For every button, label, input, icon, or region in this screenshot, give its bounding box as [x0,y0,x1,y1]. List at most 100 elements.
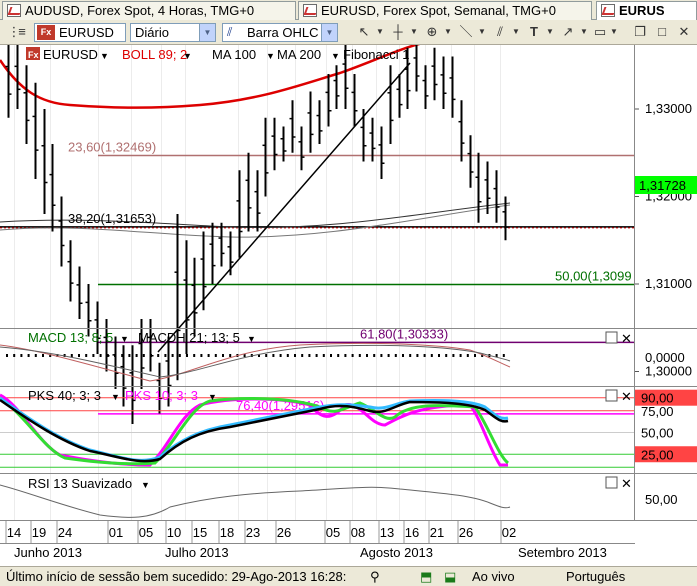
macdh-dropdown-icon[interactable]: ▼ [247,334,256,344]
time-tick-label: 16 [405,525,419,540]
pks-close-icon[interactable]: ✕ [621,389,632,404]
macd-histogram-bar [150,354,152,357]
channel-dropdown-icon[interactable]: ▼ [506,23,526,42]
chevron-down-icon: ▼ [321,24,337,41]
time-tick-label: 21 [430,525,444,540]
macd-histogram-bar [193,354,196,357]
rsi-close-icon[interactable]: ✕ [621,476,632,491]
tab-label: AUDUSD, Forex Spot, 4 Horas, TMG+0 [25,3,255,18]
legend-fibonacci: Fibonacci 1 [343,47,409,62]
pks40-dropdown-icon[interactable]: ▼ [111,392,120,402]
macdh-label: MACDH 21; 13; 5 [138,330,240,345]
fibonacci-label: 50,00(1,3099 [555,268,632,283]
macd-histogram-bar [207,354,210,357]
time-tick-label: 05 [139,525,153,540]
macd-histogram-bar [214,354,217,357]
macd-histogram-bar [351,354,354,357]
crosshair-dropdown-icon[interactable]: ▼ [404,23,424,42]
macd-histogram-bar [466,354,469,357]
macd-histogram-bar [279,354,282,357]
macd-histogram-bar [171,354,174,357]
rsi-tick: 50,00 [645,492,678,507]
chart-toolbar: ⋮ ≡ Fx EURUSD Diário ▼ ⫽ Barra OHLC ▼ ↖ … [0,20,697,45]
macd-histogram-bar [128,354,131,357]
macd-histogram-bar [459,354,462,357]
macd-histogram-bar [13,354,16,357]
macd-histogram-bar [222,354,224,357]
toolbar-menu-icon[interactable]: ≡ [12,23,32,42]
time-tick-label: 18 [220,525,234,540]
close-icon[interactable]: ✕ [674,23,694,42]
time-tick-label: 26 [459,525,473,540]
fibonacci-label: 38,20(1,31653) [68,211,156,226]
symbol-field[interactable]: Fx EURUSD [34,23,126,42]
tab-label: EURUSD, Forex Spot, Semanal, TMG+0 [321,3,556,18]
period-value: Diário [135,25,169,40]
pks10-dropdown-icon[interactable]: ▼ [208,392,217,402]
rsi-label: RSI 13 Suavizado [28,476,132,491]
chart-icon [303,4,317,17]
macd-histogram-bar [200,354,203,357]
chevron-down-icon: ▼ [199,24,215,41]
pointer-dropdown-icon[interactable]: ▼ [370,23,390,42]
ohlc-bar-icon: ⫽ [227,25,233,39]
last-price-label: 1,31728 [639,178,686,193]
macd-close-icon[interactable]: ✕ [621,331,632,346]
macd-histogram-bar [27,354,30,357]
macd-maximize-icon[interactable] [605,331,618,344]
month-label: Setembro 2013 [518,545,607,560]
window-restore-icon[interactable]: ❐ [630,23,650,42]
macd-histogram-bar [315,354,318,357]
tab-eurusd-weekly[interactable]: EURUSD, Forex Spot, Semanal, TMG+0 [298,1,592,20]
chart-type-select[interactable]: ⫽ Barra OHLC ▼ [222,23,338,42]
legend-dropdown-icon[interactable]: ▼ [266,51,275,61]
legend-dropdown-icon[interactable]: ▼ [100,51,109,61]
macd-histogram-bar [366,354,368,357]
time-tick-label: 24 [58,525,72,540]
pks-tick-label: 25,00 [641,447,674,462]
price-tick-label: 1,33000 [645,101,692,116]
macd-histogram-bar [121,354,124,357]
macd-histogram-bar [42,354,44,357]
macd-histogram-bar [229,354,232,357]
month-label: Agosto 2013 [360,545,433,560]
pks-maximize-icon[interactable] [605,389,618,402]
legend-ma100: MA 100 [212,47,256,62]
macd-histogram-bar [106,354,109,357]
time-tick-label: 05 [326,525,340,540]
macd-histogram-bar [99,354,102,357]
macd-histogram-bar [344,354,347,357]
zoom-dropdown-icon[interactable]: ▼ [438,23,458,42]
macd-histogram-bar [157,354,160,357]
tab-eurusd-daily[interactable]: EURUS [596,1,697,21]
macd-histogram-bar [423,354,426,357]
macd-dropdown-icon[interactable]: ▼ [120,334,129,344]
chart-icon [7,4,21,17]
text-dropdown-icon[interactable]: ▼ [540,23,560,42]
network-icon: ⚲ [370,569,380,584]
rsi-maximize-icon[interactable] [605,476,618,489]
symbol-value: EURUSD [59,25,114,40]
maximize-icon[interactable]: □ [652,23,672,42]
macd-histogram-bar [85,354,88,357]
legend-ma200: MA 200 [277,47,321,62]
trendline-dropdown-icon[interactable]: ▼ [472,23,492,42]
time-tick-label: 13 [380,525,394,540]
chart-area[interactable]: 0,00(1,33789)23,60(1,32469)38,20(1,31653… [0,45,697,566]
macd-histogram-bar [265,354,268,357]
time-tick-label: 23 [246,525,260,540]
rsi-dropdown-icon[interactable]: ▼ [141,480,150,490]
shape-dropdown-icon[interactable]: ▼ [604,23,624,42]
macd-histogram-bar [452,354,455,357]
period-select[interactable]: Diário ▼ [130,23,216,42]
tab-audusd[interactable]: AUDUSD, Forex Spot, 4 Horas, TMG+0 [2,1,296,20]
legend-dropdown-icon[interactable]: ▼ [331,51,340,61]
language-status[interactable]: Português [566,567,625,586]
legend-dropdown-icon[interactable]: ▼ [183,51,192,61]
status-bar: Último início de sessão bem sucedido: 29… [0,566,697,586]
pks-tick-label: 50,00 [641,426,674,441]
macd-histogram-bar [135,354,138,357]
time-tick-label: 26 [277,525,291,540]
pks40-label: PKS 40; 3; 3 [28,388,101,403]
chart-icon [601,4,615,17]
